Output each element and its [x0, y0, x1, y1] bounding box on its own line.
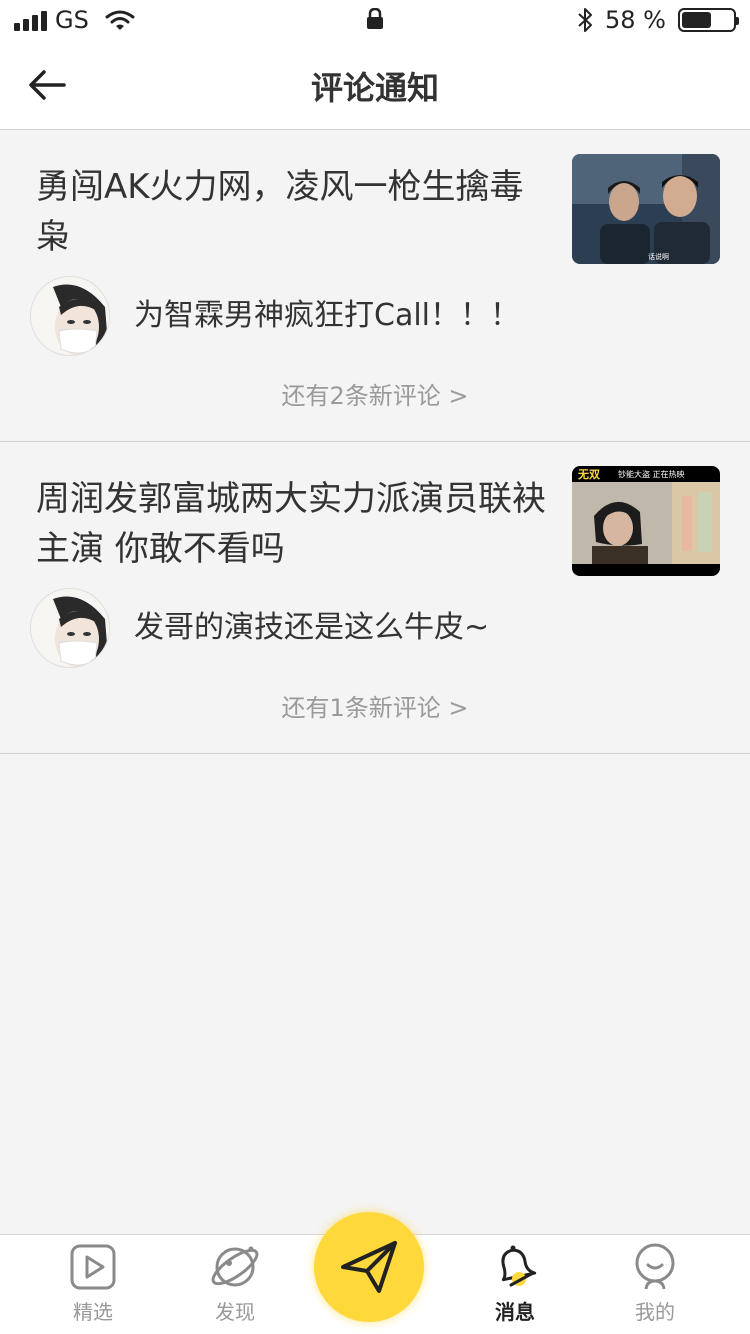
comment-text: 发哥的演技还是这么牛皮~ [134, 610, 490, 645]
planet-icon [211, 1246, 259, 1287]
avatar-image [31, 277, 109, 355]
video-thumbnail[interactable]: 话说啊 [572, 154, 720, 264]
tab-discover[interactable]: 发现 [180, 1235, 290, 1334]
signal-icon [14, 9, 47, 31]
notification-card[interactable]: 勇闯AK火力网，凌风一枪生擒毒枭 话说啊 为智霖男神疯狂打Call！！！ 还有2… [0, 130, 750, 442]
thumbnail-logo: 无双 [577, 468, 600, 481]
avatar[interactable] [30, 276, 110, 356]
send-icon [341, 1241, 397, 1293]
avatar-image [31, 589, 109, 667]
video-title[interactable]: 勇闯AK火力网，凌风一枪生擒毒枭 [36, 162, 546, 262]
more-comments-link[interactable]: 还有2条新评论 > [0, 380, 750, 412]
tab-profile[interactable]: 我的 [600, 1235, 710, 1334]
video-thumbnail-image: 无双 钞能大盗 正在热映 [572, 466, 720, 576]
user-icon [635, 1243, 675, 1290]
status-right: 58 % [577, 6, 739, 34]
publish-button[interactable] [314, 1212, 424, 1322]
wifi-icon [105, 10, 135, 30]
battery-icon [678, 8, 739, 32]
more-comments-link[interactable]: 还有1条新评论 > [0, 692, 750, 724]
notification-card[interactable]: 周润发郭富城两大实力派演员联袂主演 你敢不看吗 无双 钞能大盗 正在热映 发哥的… [0, 442, 750, 754]
status-bar: GS 58 % [0, 0, 750, 40]
battery-percentage: 58 % [605, 6, 666, 34]
tab-label: 发现 [215, 1300, 255, 1324]
bell-icon [501, 1245, 537, 1287]
battery-fill [682, 12, 711, 28]
thumbnail-caption: 话说啊 [648, 252, 669, 261]
video-thumbnail-image: 话说啊 [572, 154, 720, 264]
status-left: GS [14, 6, 135, 34]
thumbnail-caption: 钞能大盗 正在热映 [618, 469, 685, 479]
play-icon [70, 1244, 116, 1290]
tab-label: 消息 [495, 1300, 535, 1324]
video-title[interactable]: 周润发郭富城两大实力派演员联袂主演 你敢不看吗 [36, 474, 546, 574]
lock-icon [367, 8, 383, 29]
page-title: 评论通知 [310, 69, 439, 107]
tab-featured[interactable]: 精选 [38, 1235, 148, 1334]
tab-messages[interactable]: 消息 [460, 1235, 570, 1334]
video-thumbnail[interactable]: 无双 钞能大盗 正在热映 [572, 466, 720, 576]
tab-label: 精选 [73, 1300, 113, 1324]
carrier-label: GS [55, 6, 89, 34]
tab-label: 我的 [635, 1300, 675, 1324]
bluetooth-icon [578, 8, 593, 32]
avatar[interactable] [30, 588, 110, 668]
comment-text: 为智霖男神疯狂打Call！！！ [134, 298, 521, 333]
nav-bar: 评论通知 [0, 40, 750, 130]
